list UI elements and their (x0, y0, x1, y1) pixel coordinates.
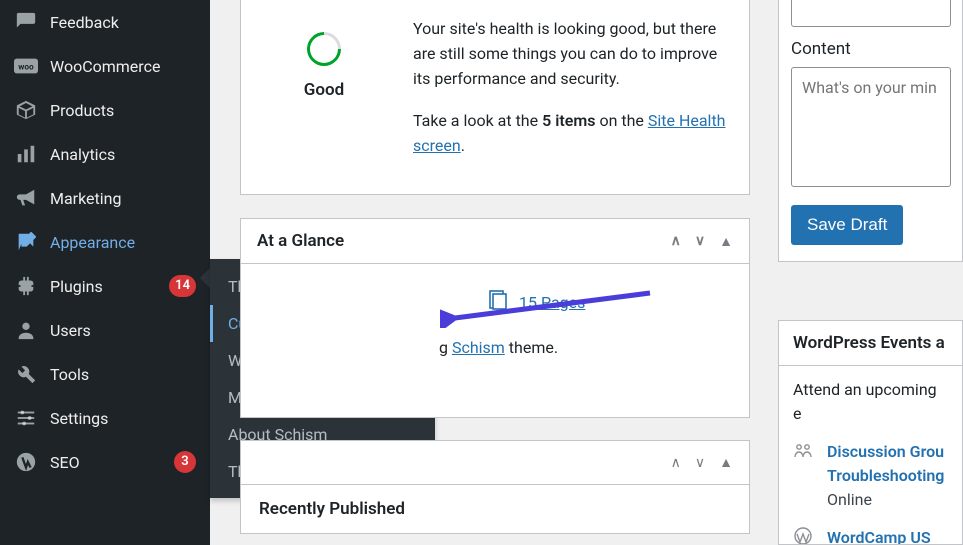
glance-theme-line: g Schism theme. (259, 338, 731, 357)
wp-events-body: Attend an upcoming e Discussion Grou Tro… (779, 366, 962, 545)
sidebar-item-appearance[interactable]: Appearance (0, 220, 210, 264)
at-a-glance-body: 15 Pages g Schism theme. (241, 264, 749, 371)
sidebar-item-label: Tools (50, 365, 196, 384)
at-a-glance-panel: At a Glance ∧ ∨ ▲ 15 Pages g Schism them… (240, 218, 750, 418)
sidebar-item-seo[interactable]: SEO 3 (0, 440, 210, 484)
submenu-pointer (200, 268, 210, 288)
sidebar-item-users[interactable]: Users (0, 308, 210, 352)
update-badge: 3 (174, 451, 196, 473)
glance-pages-row: 15 Pages (259, 278, 731, 338)
update-badge: 14 (169, 275, 196, 297)
event-location: Online (827, 488, 948, 512)
sidebar-item-feedback[interactable]: Feedback (0, 0, 210, 44)
dashboard-right-column: Content Save Draft WordPress Events a At… (778, 0, 963, 545)
sidebar-item-label: Feedback (50, 13, 196, 32)
sidebar-item-woocommerce[interactable]: woo WooCommerce (0, 44, 210, 88)
panel-toggle-icon[interactable]: ▲ (719, 233, 733, 250)
sidebar-item-label: Marketing (50, 189, 196, 208)
settings-icon (14, 406, 38, 430)
sidebar-item-plugins[interactable]: Plugins 14 (0, 264, 210, 308)
products-icon (14, 98, 38, 122)
sidebar-item-label: Analytics (50, 145, 196, 164)
wordcamp-icon (793, 526, 815, 545)
dashboard-main-column: Good Your site's health is looking good,… (240, 0, 750, 545)
pages-icon (489, 290, 507, 314)
event-item: WordCamp US (793, 526, 948, 545)
wp-events-panel: WordPress Events a Attend an upcoming e … (778, 320, 963, 545)
tools-icon (14, 362, 38, 386)
admin-sidebar: Feedback woo WooCommerce Products Analytics M… (0, 0, 210, 545)
activity-panel: ∧ ∨ ▲ Recently Published (240, 440, 750, 534)
sidebar-item-label: SEO (50, 453, 162, 472)
users-icon (14, 318, 38, 342)
sidebar-item-label: Plugins (50, 277, 157, 296)
recently-published-heading: Recently Published (241, 485, 749, 533)
draft-content-label: Content (791, 39, 962, 59)
site-health-item-count: 5 items (542, 111, 595, 130)
panel-move-up-icon[interactable]: ∧ (671, 455, 681, 471)
activity-panel-header: ∧ ∨ ▲ (241, 441, 749, 485)
seo-icon (14, 450, 38, 474)
plugins-icon (14, 274, 38, 298)
analytics-icon (14, 142, 38, 166)
sidebar-item-label: Appearance (50, 233, 196, 252)
pages-count-link[interactable]: 15 Pages (519, 293, 585, 312)
sidebar-item-label: Users (50, 321, 196, 340)
event-title-link[interactable]: WordCamp US (827, 526, 931, 545)
meetup-icon (793, 440, 815, 512)
site-health-status-label: Good (304, 80, 344, 100)
at-a-glance-header: At a Glance ∧ ∨ ▲ (241, 219, 749, 264)
at-a-glance-title: At a Glance (257, 231, 344, 251)
health-gauge-icon (300, 25, 348, 73)
sidebar-item-label: WooCommerce (50, 57, 196, 76)
appearance-icon (14, 230, 38, 254)
site-health-action-line: Take a look at the 5 items on the Site H… (413, 109, 731, 159)
theme-name-link[interactable]: Schism (452, 338, 505, 357)
site-health-summary: Your site's health is looking good, but … (413, 17, 731, 91)
event-item: Discussion Grou Troubleshooting Online (793, 440, 948, 512)
sidebar-item-tools[interactable]: Tools (0, 352, 210, 396)
wp-events-title: WordPress Events a (779, 321, 962, 366)
sidebar-item-marketing[interactable]: Marketing (0, 176, 210, 220)
sidebar-item-label: Settings (50, 409, 196, 428)
sidebar-item-analytics[interactable]: Analytics (0, 132, 210, 176)
draft-content-textarea[interactable] (791, 67, 951, 187)
woocommerce-icon: woo (14, 54, 38, 78)
site-health-text: Your site's health is looking good, but … (413, 0, 731, 178)
panel-toggle-icon[interactable]: ▲ (719, 454, 733, 471)
sidebar-item-products[interactable]: Products (0, 88, 210, 132)
marketing-icon (14, 186, 38, 210)
sidebar-item-settings[interactable]: Settings (0, 396, 210, 440)
site-health-status: Good (259, 0, 389, 178)
panel-move-up-icon[interactable]: ∧ (671, 233, 681, 250)
panel-controls: ∧ ∨ ▲ (671, 233, 733, 250)
event-title-link[interactable]: Discussion Grou Troubleshooting (827, 440, 948, 488)
feedback-icon (14, 10, 38, 34)
save-draft-button[interactable]: Save Draft (791, 205, 903, 245)
sidebar-item-label: Products (50, 101, 196, 120)
panel-move-down-icon[interactable]: ∨ (695, 455, 705, 471)
wp-events-intro: Attend an upcoming e (793, 378, 948, 426)
svg-text:woo: woo (18, 63, 34, 73)
quick-draft-panel: Content Save Draft (778, 0, 963, 262)
draft-title-input[interactable] (791, 0, 951, 27)
panel-move-down-icon[interactable]: ∨ (695, 233, 705, 250)
site-health-panel: Good Your site's health is looking good,… (240, 0, 750, 195)
